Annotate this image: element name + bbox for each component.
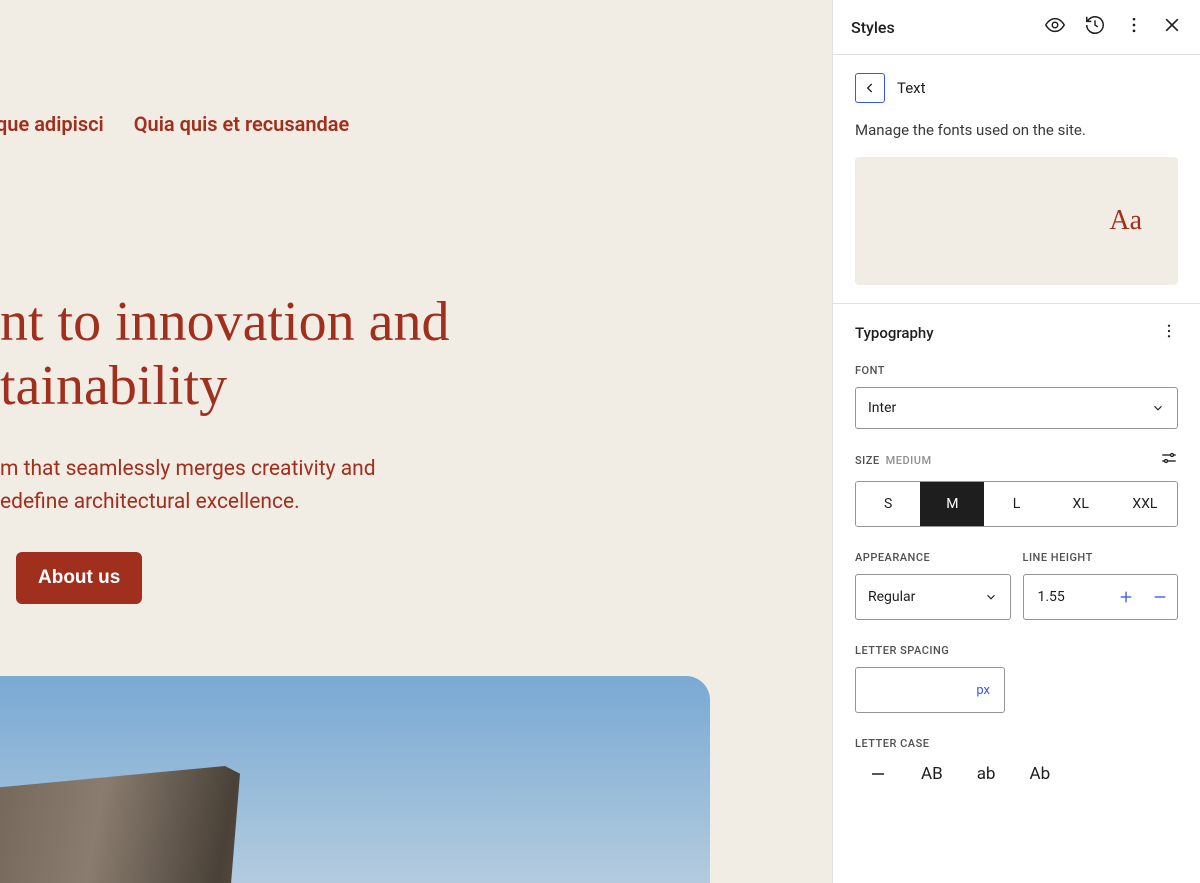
back-button[interactable] <box>855 73 885 103</box>
appearance-value: Regular <box>868 589 915 605</box>
plus-icon[interactable] <box>1109 575 1143 619</box>
font-label: Font <box>855 364 1178 377</box>
size-option-xl[interactable]: XL <box>1049 482 1113 526</box>
size-button-group: S M L XL XXL <box>855 481 1178 527</box>
styles-sidebar: Styles <box>832 0 1200 883</box>
font-preview-box: Aa <box>855 157 1178 285</box>
hero-image <box>0 676 710 883</box>
text-panel: Text Manage the fonts used on the site. … <box>833 55 1200 304</box>
letter-case-group: AB ab Ab <box>855 764 1178 784</box>
typography-panel: Typography Font Inter Size Medium <box>833 304 1200 802</box>
letter-case-upper[interactable]: AB <box>921 764 943 784</box>
nav-link[interactable]: que adipisci <box>0 112 104 136</box>
hero-desc-line: m that seamlessly merges creativity and <box>0 457 376 481</box>
letter-spacing-input[interactable]: px <box>855 667 1005 713</box>
chevron-down-icon <box>984 590 998 604</box>
letter-spacing-unit[interactable]: px <box>976 683 990 698</box>
appearance-label: Appearance <box>855 551 1011 564</box>
hero-description: m that seamlessly merges creativity and … <box>0 453 832 520</box>
panel-description: Manage the fonts used on the site. <box>855 121 1178 139</box>
history-icon[interactable] <box>1084 14 1106 40</box>
close-icon[interactable] <box>1162 15 1182 39</box>
panel-title: Text <box>897 79 926 97</box>
hero-section: nt to innovation and tainability m that … <box>0 290 832 604</box>
hero-heading-line: tainability <box>0 355 227 417</box>
editor-canvas: que adipisci Quia quis et recusandae nt … <box>0 0 832 883</box>
letter-case-capitalize[interactable]: Ab <box>1029 764 1050 784</box>
sidebar-header: Styles <box>833 0 1200 55</box>
letter-case-none[interactable] <box>869 764 887 784</box>
sliders-icon[interactable] <box>1160 449 1178 471</box>
kebab-menu-icon[interactable] <box>1124 15 1144 39</box>
sidebar-title: Styles <box>851 18 895 37</box>
size-option-l[interactable]: L <box>984 482 1048 526</box>
hero-heading: nt to innovation and tainability <box>0 290 832 419</box>
letter-case-label: Letter Case <box>855 737 1178 750</box>
typography-heading: Typography <box>855 324 934 342</box>
letter-case-lower[interactable]: ab <box>977 764 996 784</box>
size-value-label: Medium <box>886 454 932 467</box>
nav-menu: que adipisci Quia quis et recusandae <box>0 112 349 136</box>
line-height-label: Line Height <box>1023 551 1179 564</box>
hero-desc-line: edefine architectural excellence. <box>0 490 300 514</box>
chevron-down-icon <box>1151 401 1165 415</box>
minus-icon[interactable] <box>1143 575 1177 619</box>
hero-heading-line: nt to innovation and <box>0 291 450 353</box>
appearance-select[interactable]: Regular <box>855 574 1011 620</box>
line-height-value[interactable]: 1.55 <box>1024 589 1110 605</box>
size-option-xxl[interactable]: XXL <box>1113 482 1177 526</box>
line-height-stepper: 1.55 <box>1023 574 1179 620</box>
font-select-value: Inter <box>868 400 896 416</box>
size-option-m[interactable]: M <box>920 482 984 526</box>
eye-icon[interactable] <box>1044 14 1066 40</box>
font-preview-sample: Aa <box>1109 205 1142 237</box>
letter-spacing-label: Letter Spacing <box>855 644 1178 657</box>
nav-link[interactable]: Quia quis et recusandae <box>134 112 350 136</box>
size-option-s[interactable]: S <box>856 482 920 526</box>
font-select[interactable]: Inter <box>855 387 1178 429</box>
about-us-button[interactable]: About us <box>16 552 142 604</box>
kebab-menu-icon[interactable] <box>1160 322 1178 344</box>
size-label: Size <box>855 454 880 467</box>
